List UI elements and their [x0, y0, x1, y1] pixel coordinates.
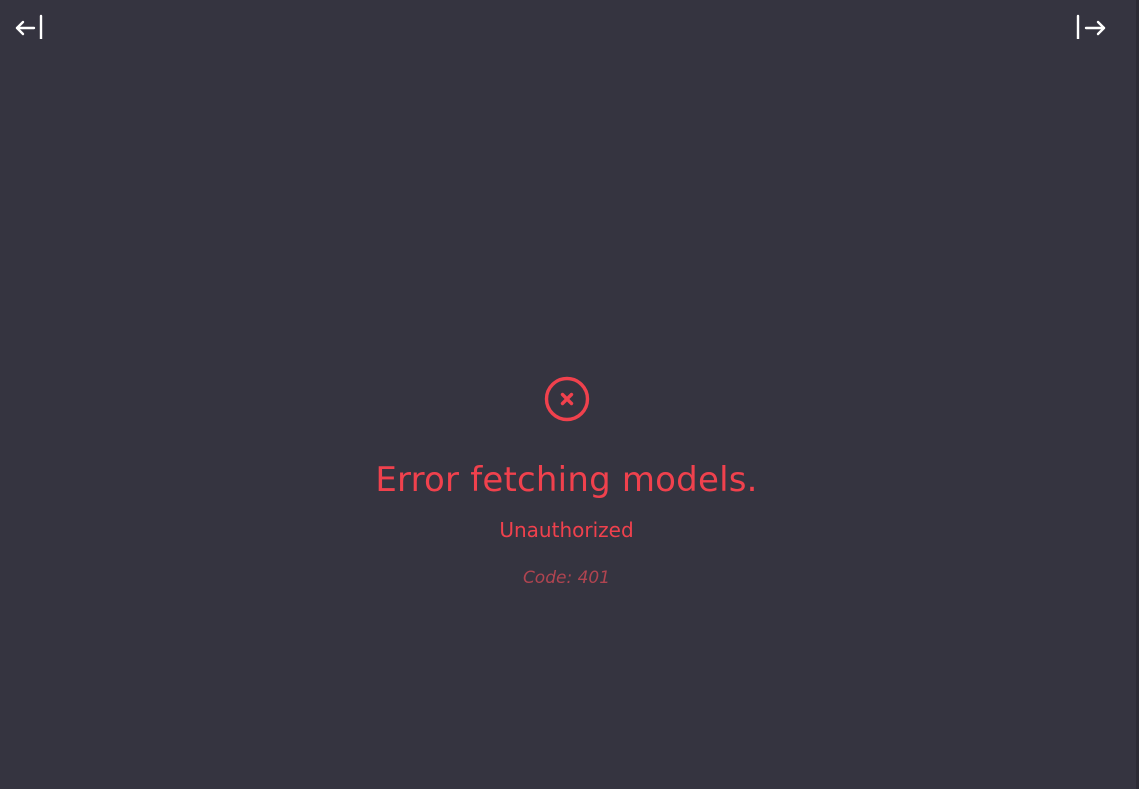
- bar-arrow-right-icon: [1076, 14, 1106, 39]
- collapse-left-sidebar-button[interactable]: [12, 10, 46, 42]
- error-panel: Error fetching models. Unauthorized Code…: [0, 375, 1133, 589]
- error-title: Error fetching models.: [375, 460, 758, 500]
- error-message: Unauthorized: [499, 518, 634, 542]
- error-code: Code: 401: [523, 567, 610, 589]
- app-window: Error fetching models. Unauthorized Code…: [0, 0, 1139, 789]
- error-code-label: Code:: [522, 568, 573, 588]
- error-code-value: 401: [577, 568, 611, 588]
- expand-right-sidebar-button[interactable]: [1073, 10, 1107, 42]
- circle-x-icon: [544, 376, 589, 422]
- arrow-left-bar-icon: [15, 14, 43, 39]
